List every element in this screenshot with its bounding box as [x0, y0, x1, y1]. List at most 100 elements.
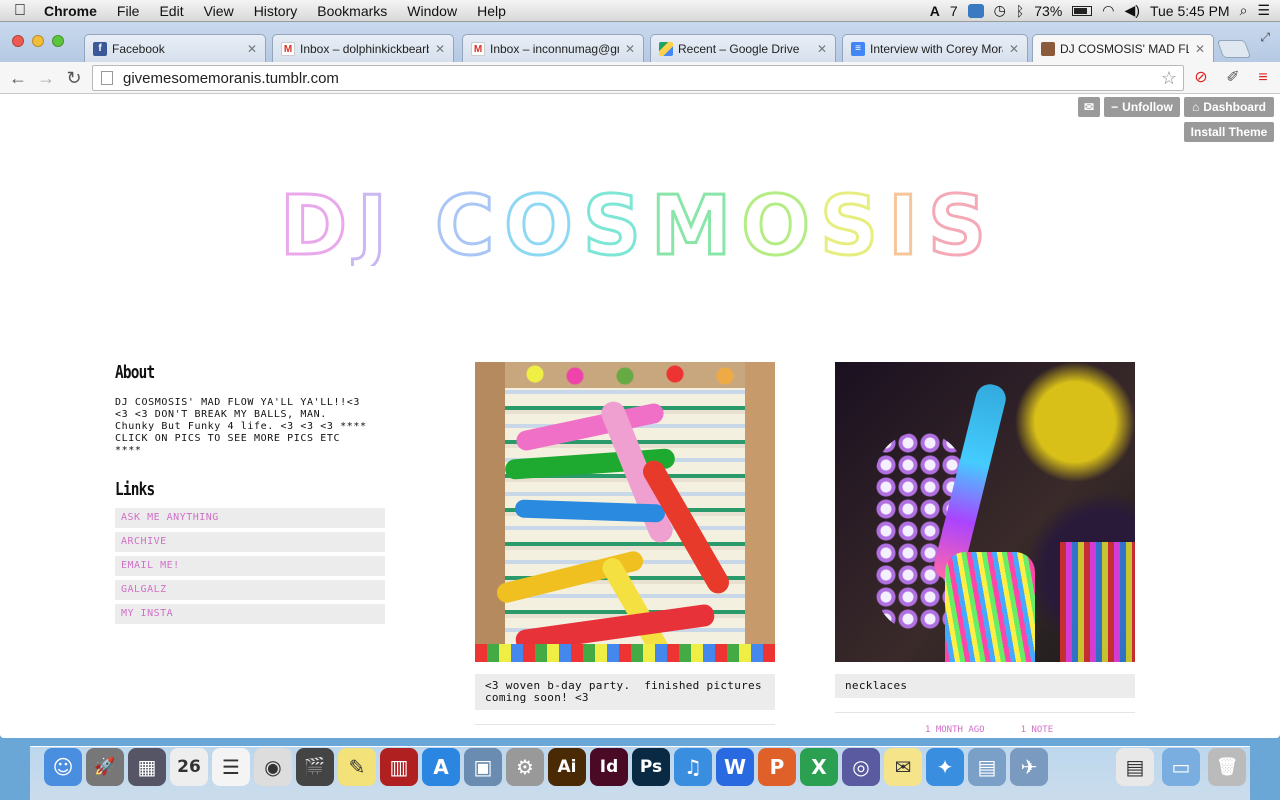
excel-icon[interactable]: X [800, 748, 838, 786]
menu-history[interactable]: History [244, 3, 308, 19]
spotlight-search-icon[interactable]: ⌕ [1240, 2, 1248, 19]
link-archive[interactable]: ARCHIVE [115, 532, 385, 552]
link-galgalz[interactable]: GALGALZ [115, 580, 385, 600]
indesign-icon[interactable]: Id [590, 748, 628, 786]
tumblr-controls: ✉ − Unfollow ⌂ Dashboard Install Theme [1076, 97, 1276, 147]
menu-app-chrome[interactable]: Chrome [40, 3, 107, 19]
address-bar[interactable]: givemesomemoranis.tumblr.com ☆ [92, 65, 1184, 91]
post-divider [835, 712, 1135, 713]
trash-icon[interactable]: 🗑 [1208, 748, 1246, 786]
time-warner-icon[interactable]: ◎ [842, 748, 880, 786]
menu-view[interactable]: View [194, 3, 244, 19]
necklace-photo[interactable] [835, 362, 1135, 662]
link-my-insta[interactable]: MY INSTA [115, 604, 385, 624]
tab-close-icon[interactable]: ✕ [1009, 42, 1019, 56]
message-button[interactable]: ✉ [1078, 97, 1100, 117]
tab-close-icon[interactable]: ✕ [435, 42, 445, 56]
unfollow-button[interactable]: − Unfollow [1104, 97, 1180, 117]
notes-icon[interactable]: ✉ [884, 748, 922, 786]
volume-icon[interactable]: ◀) [1125, 2, 1140, 19]
powerpoint-icon[interactable]: P [758, 748, 796, 786]
tab-close-icon[interactable]: ✕ [1195, 42, 1205, 56]
chrome-icon[interactable]: ◉ [254, 748, 292, 786]
menu-file[interactable]: File [107, 3, 150, 19]
address-url[interactable]: givemesomemoranis.tumblr.com [123, 70, 339, 87]
tab-facebook[interactable]: f Facebook ✕ [84, 34, 266, 62]
adobe-updater-icon[interactable]: A [930, 3, 940, 19]
app-store-icon[interactable]: A [422, 748, 460, 786]
window-close-button[interactable] [12, 35, 24, 47]
dropbox-icon[interactable] [967, 3, 984, 18]
itunes-icon[interactable]: ♫ [674, 748, 712, 786]
dashboard-button[interactable]: ⌂ Dashboard [1184, 97, 1274, 117]
preview-icon[interactable]: ▤ [968, 748, 1006, 786]
window-zoom-button[interactable] [52, 35, 64, 47]
word-icon[interactable]: W [716, 748, 754, 786]
reload-button[interactable]: ↻ [62, 67, 86, 89]
calendar-icon[interactable]: 26 [170, 748, 208, 786]
tab-google-drive[interactable]: Recent – Google Drive ✕ [650, 34, 836, 62]
bluetooth-icon[interactable]: ᛒ [1016, 3, 1024, 19]
woven-balloons-photo[interactable] [475, 362, 775, 662]
post-notes-link[interactable]: 1 NOTE [1021, 725, 1054, 735]
stickies-icon[interactable]: ✎ [338, 748, 376, 786]
adblock-extension-icon[interactable]: ⊘ [1190, 68, 1212, 88]
blog-title-letter: J [352, 179, 397, 266]
safari-icon[interactable]: ✦ [926, 748, 964, 786]
eyedropper-extension-icon[interactable]: ✐ [1222, 68, 1244, 88]
reminders-icon[interactable]: ☰ [212, 748, 250, 786]
tab-close-icon[interactable]: ✕ [625, 42, 635, 56]
menu-window[interactable]: Window [397, 3, 467, 19]
bookmark-star-icon[interactable]: ☆ [1161, 68, 1177, 89]
blog-title-letter: O [741, 179, 820, 266]
install-theme-button[interactable]: Install Theme [1184, 122, 1274, 142]
link-email-me[interactable]: EMAIL ME! [115, 556, 385, 576]
illustrator-icon[interactable]: Ai [548, 748, 586, 786]
mail-icon[interactable]: ✈ [1010, 748, 1048, 786]
menu-help[interactable]: Help [467, 3, 516, 19]
photoshop-icon[interactable]: Ps [632, 748, 670, 786]
link-ask-me-anything[interactable]: ASK ME ANYTHING [115, 508, 385, 528]
gmail-icon: M [281, 41, 295, 56]
apple-menu-icon[interactable]:  [0, 2, 40, 20]
tab-label: Interview with Corey Mora [870, 41, 1003, 56]
post-date-link[interactable]: 1 MONTH AGO [925, 725, 985, 735]
wifi-icon[interactable]: ◠ [1102, 2, 1114, 19]
fullscreen-icon[interactable]: ⤢ [1260, 30, 1270, 45]
battery-icon[interactable] [1072, 5, 1093, 16]
links-list: ASK ME ANYTHING ARCHIVE EMAIL ME! GALGAL… [115, 508, 385, 624]
back-button[interactable]: ← [6, 67, 30, 89]
clock[interactable]: Tue 5:45 PM [1150, 3, 1230, 19]
mission-control-icon[interactable]: ▦ [128, 748, 166, 786]
notification-center-icon[interactable]: ☰ [1257, 2, 1270, 19]
blog-title[interactable]: DJ COSMOSIS [280, 176, 1000, 267]
tab-dj-cosmosis[interactable]: DJ COSMOSIS' MAD FLOW ✕ [1032, 34, 1214, 62]
tab-close-icon[interactable]: ✕ [247, 42, 257, 56]
tab-gmail-dolphin[interactable]: M Inbox – dolphinkickbearb ✕ [272, 34, 454, 62]
finder-icon[interactable]: ☺ [44, 748, 82, 786]
post-caption: <3 woven b-day party. finished pictures … [475, 674, 775, 710]
unfollow-label: Unfollow [1122, 100, 1173, 114]
tab-gmail-inconnu[interactable]: M Inbox – inconnumag@gm ✕ [462, 34, 644, 62]
menu-bookmarks[interactable]: Bookmarks [307, 3, 397, 19]
browser-toolbar: ← → ↻ givemesomemoranis.tumblr.com ☆ ⊘ ✐… [0, 62, 1280, 94]
page-content: ✉ − Unfollow ⌂ Dashboard Install Theme D… [0, 94, 1280, 738]
time-machine-icon[interactable]: ◷ [994, 2, 1006, 19]
forward-button[interactable]: → [34, 67, 58, 89]
documents-stack-icon[interactable]: ▤ [1116, 748, 1154, 786]
iphoto-icon[interactable]: ▣ [464, 748, 502, 786]
launchpad-icon[interactable]: 🚀 [86, 748, 124, 786]
chrome-menu-icon[interactable]: ≡ [1252, 68, 1274, 88]
menu-edit[interactable]: Edit [149, 3, 193, 19]
tab-close-icon[interactable]: ✕ [817, 42, 827, 56]
system-preferences-icon[interactable]: ⚙ [506, 748, 544, 786]
photo-booth-icon[interactable]: ▥ [380, 748, 418, 786]
menu-bar:  Chrome File Edit View History Bookmark… [0, 0, 1280, 22]
blog-title-letter: D [280, 179, 357, 266]
window-minimize-button[interactable] [32, 35, 44, 47]
downloads-folder-icon[interactable]: ▭ [1162, 748, 1200, 786]
new-tab-button[interactable] [1216, 40, 1252, 58]
final-cut-icon[interactable]: 🎬 [296, 748, 334, 786]
dashboard-label: Dashboard [1203, 100, 1266, 114]
tab-interview-doc[interactable]: ≡ Interview with Corey Mora ✕ [842, 34, 1028, 62]
